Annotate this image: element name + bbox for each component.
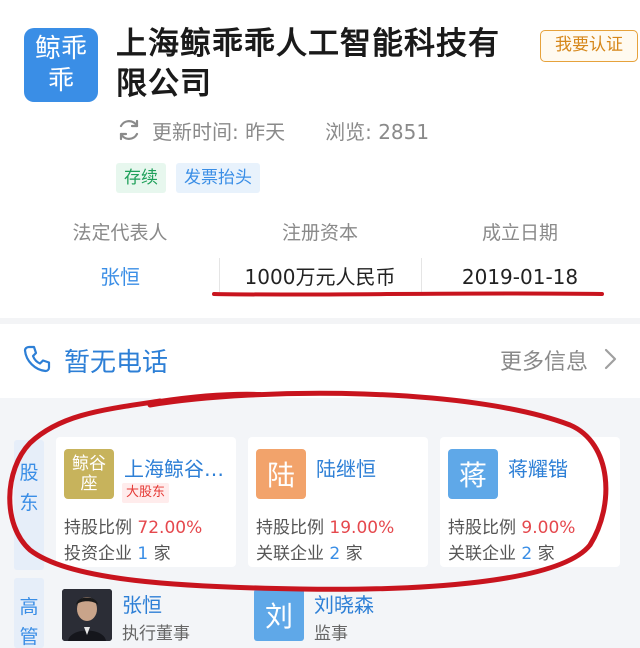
executive-role: 监事 (314, 624, 348, 644)
executive-role: 执行董事 (122, 624, 190, 644)
share-ratio: 持股比例 9.00% (448, 518, 576, 538)
chevron-right-icon[interactable] (600, 346, 620, 372)
executive-name[interactable]: 刘晓森 (314, 589, 374, 618)
view-count: 浏览: 2851 (325, 119, 430, 144)
section-divider (0, 318, 640, 324)
company-name: 上海鲸乖乖人工智能科技有限公司 (116, 26, 500, 102)
shareholder-name[interactable]: 蒋耀锴 (508, 453, 568, 482)
founded-value: 2019-01-18 (461, 265, 579, 289)
shareholder-name[interactable]: 上海鲸谷… (124, 453, 224, 482)
share-ratio-value: 19.00% (329, 518, 395, 538)
status-tags: 存续 发票抬头 (116, 163, 260, 193)
refresh-icon[interactable] (116, 117, 142, 143)
related-companies: 关联企业 2 家 (448, 544, 555, 564)
invoice-tag[interactable]: 发票抬头 (176, 163, 260, 193)
related-count[interactable]: 2 (329, 544, 340, 564)
contact-row[interactable]: 暂无电话 更多信息 (0, 326, 640, 396)
legal-rep-column: 法定代表人 张恒 (20, 218, 220, 292)
related-count[interactable]: 1 (137, 544, 148, 564)
avatar: 蒋 (448, 449, 498, 499)
related-companies: 关联企业 2 家 (256, 544, 363, 564)
share-ratio: 持股比例 72.00% (64, 518, 203, 538)
avatar: 陆 (256, 449, 306, 499)
related-companies: 投资企业 1 家 (64, 544, 171, 564)
more-info-link[interactable]: 更多信息 (500, 344, 588, 376)
shareholder-name[interactable]: 陆继恒 (316, 453, 376, 482)
shareholder-card[interactable]: 陆 陆继恒 持股比例 19.00% 关联企业 2 家 (248, 437, 428, 567)
phone-icon (23, 345, 51, 373)
major-shareholder-badge: 大股东 (122, 483, 170, 503)
tab-executives[interactable]: 高管 (14, 578, 44, 648)
founded-label: 成立日期 (481, 222, 558, 244)
founded-column: 成立日期 2019-01-18 (420, 218, 620, 292)
related-count[interactable]: 2 (521, 544, 532, 564)
capital-label: 注册资本 (281, 222, 358, 244)
share-ratio-value: 72.00% (137, 518, 203, 538)
tab-shareholders[interactable]: 股东 (14, 440, 44, 570)
red-underline-annotation (212, 291, 604, 297)
share-ratio: 持股比例 19.00% (256, 518, 395, 538)
legal-rep-label: 法定代表人 (72, 222, 168, 244)
phone-status: 暂无电话 (64, 348, 169, 378)
avatar (62, 589, 112, 641)
legal-rep-value[interactable]: 张恒 (20, 262, 220, 292)
capital-column: 注册资本 1000万元人民币 (220, 218, 420, 292)
avatar: 鲸谷座 (64, 449, 114, 499)
avatar: 刘 (254, 589, 304, 641)
update-time: 更新时间: 昨天 (152, 119, 286, 144)
status-badge: 存续 (116, 163, 166, 193)
verify-button[interactable]: 我要认证 (540, 30, 638, 62)
company-logo: 鲸乖乖 (24, 28, 98, 102)
shareholder-card[interactable]: 鲸谷座 上海鲸谷… 大股东 持股比例 72.00% 投资企业 1 家 (56, 437, 236, 567)
company-header: 鲸乖乖 上海鲸乖乖人工智能科技有限公司 我要认证 更新时间: 昨天 浏览: 28… (0, 0, 640, 215)
executive-name[interactable]: 张恒 (122, 589, 162, 618)
capital-value: 1000万元人民币 (244, 265, 396, 289)
meta-row: 更新时间: 昨天 浏览: 2851 (116, 116, 429, 144)
shareholder-card[interactable]: 蒋 蒋耀锴 持股比例 9.00% 关联企业 2 家 (440, 437, 620, 567)
share-ratio-value: 9.00% (521, 518, 576, 538)
